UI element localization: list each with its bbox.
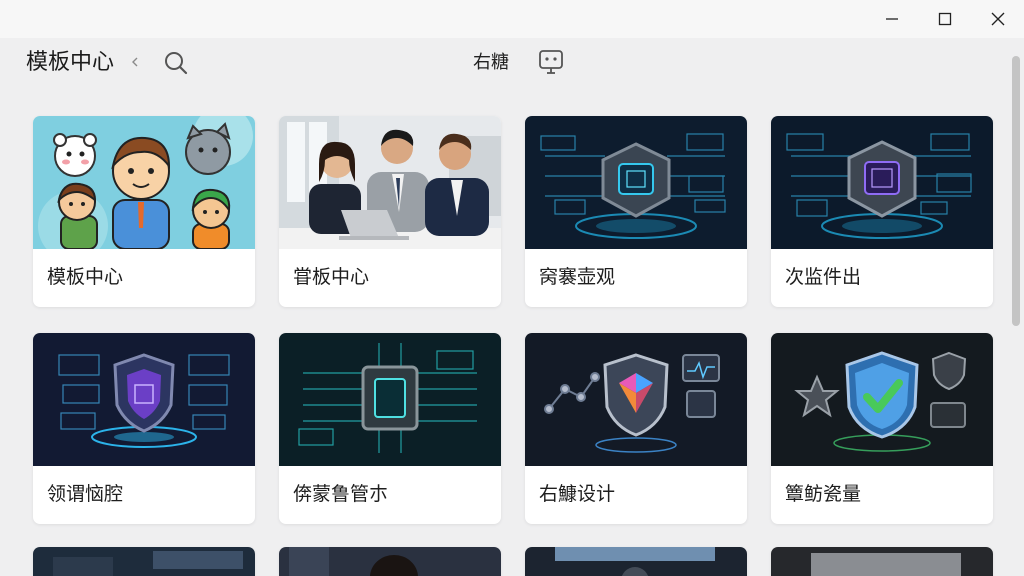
card-image xyxy=(279,116,501,249)
template-card[interactable]: 次监件出 xyxy=(771,116,993,307)
search-icon xyxy=(165,52,188,75)
scrollbar[interactable] xyxy=(1010,52,1022,576)
maximize-button[interactable] xyxy=(919,0,971,38)
card-image xyxy=(771,333,993,466)
template-card[interactable] xyxy=(771,547,993,576)
card-label: 模板中心 xyxy=(47,266,124,288)
card-image xyxy=(279,547,501,576)
chat-icon xyxy=(539,50,563,74)
card-image xyxy=(279,333,501,466)
scroll-thumb[interactable] xyxy=(1012,56,1020,326)
card-label: 右鱇设计 xyxy=(539,483,616,505)
template-card[interactable] xyxy=(33,547,255,576)
user-name[interactable]: 右糖 xyxy=(473,51,509,75)
search-button[interactable] xyxy=(163,50,189,80)
window-titlebar xyxy=(0,0,1024,38)
close-button[interactable] xyxy=(972,0,1024,38)
template-card[interactable]: 窉褰壶观 xyxy=(525,116,747,307)
card-image xyxy=(33,333,255,466)
card-image xyxy=(33,547,255,576)
card-label: 领谓恼腔 xyxy=(47,483,124,505)
card-label: 窉褰壶观 xyxy=(539,266,616,288)
template-card[interactable]: 甞板中心 xyxy=(279,116,501,307)
card-label: 簟鲂瓷量 xyxy=(785,483,862,505)
card-image xyxy=(525,116,747,249)
chat-button[interactable] xyxy=(538,49,564,79)
card-label: 甞板中心 xyxy=(293,266,370,288)
card-image xyxy=(771,547,993,576)
template-card[interactable]: 右鱇设计 xyxy=(525,333,747,524)
card-image xyxy=(33,116,255,249)
card-image xyxy=(525,547,747,576)
template-card[interactable] xyxy=(279,547,501,576)
card-image xyxy=(525,333,747,466)
template-card[interactable]: 模板中心 xyxy=(33,116,255,307)
card-image xyxy=(771,116,993,249)
card-label: 倴蒙鲁管朩 xyxy=(293,483,389,505)
close-icon xyxy=(991,12,1005,26)
chevron-left-icon xyxy=(132,57,138,67)
app-header: 模板中心 右糖 xyxy=(0,38,1010,88)
maximize-icon xyxy=(938,12,952,26)
template-card[interactable]: 簟鲂瓷量 xyxy=(771,333,993,524)
template-card[interactable] xyxy=(525,547,747,576)
minimize-icon xyxy=(886,18,898,20)
template-card[interactable]: 领谓恼腔 xyxy=(33,333,255,524)
card-label: 次监件出 xyxy=(785,266,862,288)
page-title: 模板中心 xyxy=(26,50,115,75)
template-card[interactable]: 倴蒙鲁管朩 xyxy=(279,333,501,524)
back-button[interactable] xyxy=(130,54,140,74)
minimize-button[interactable] xyxy=(866,0,918,38)
